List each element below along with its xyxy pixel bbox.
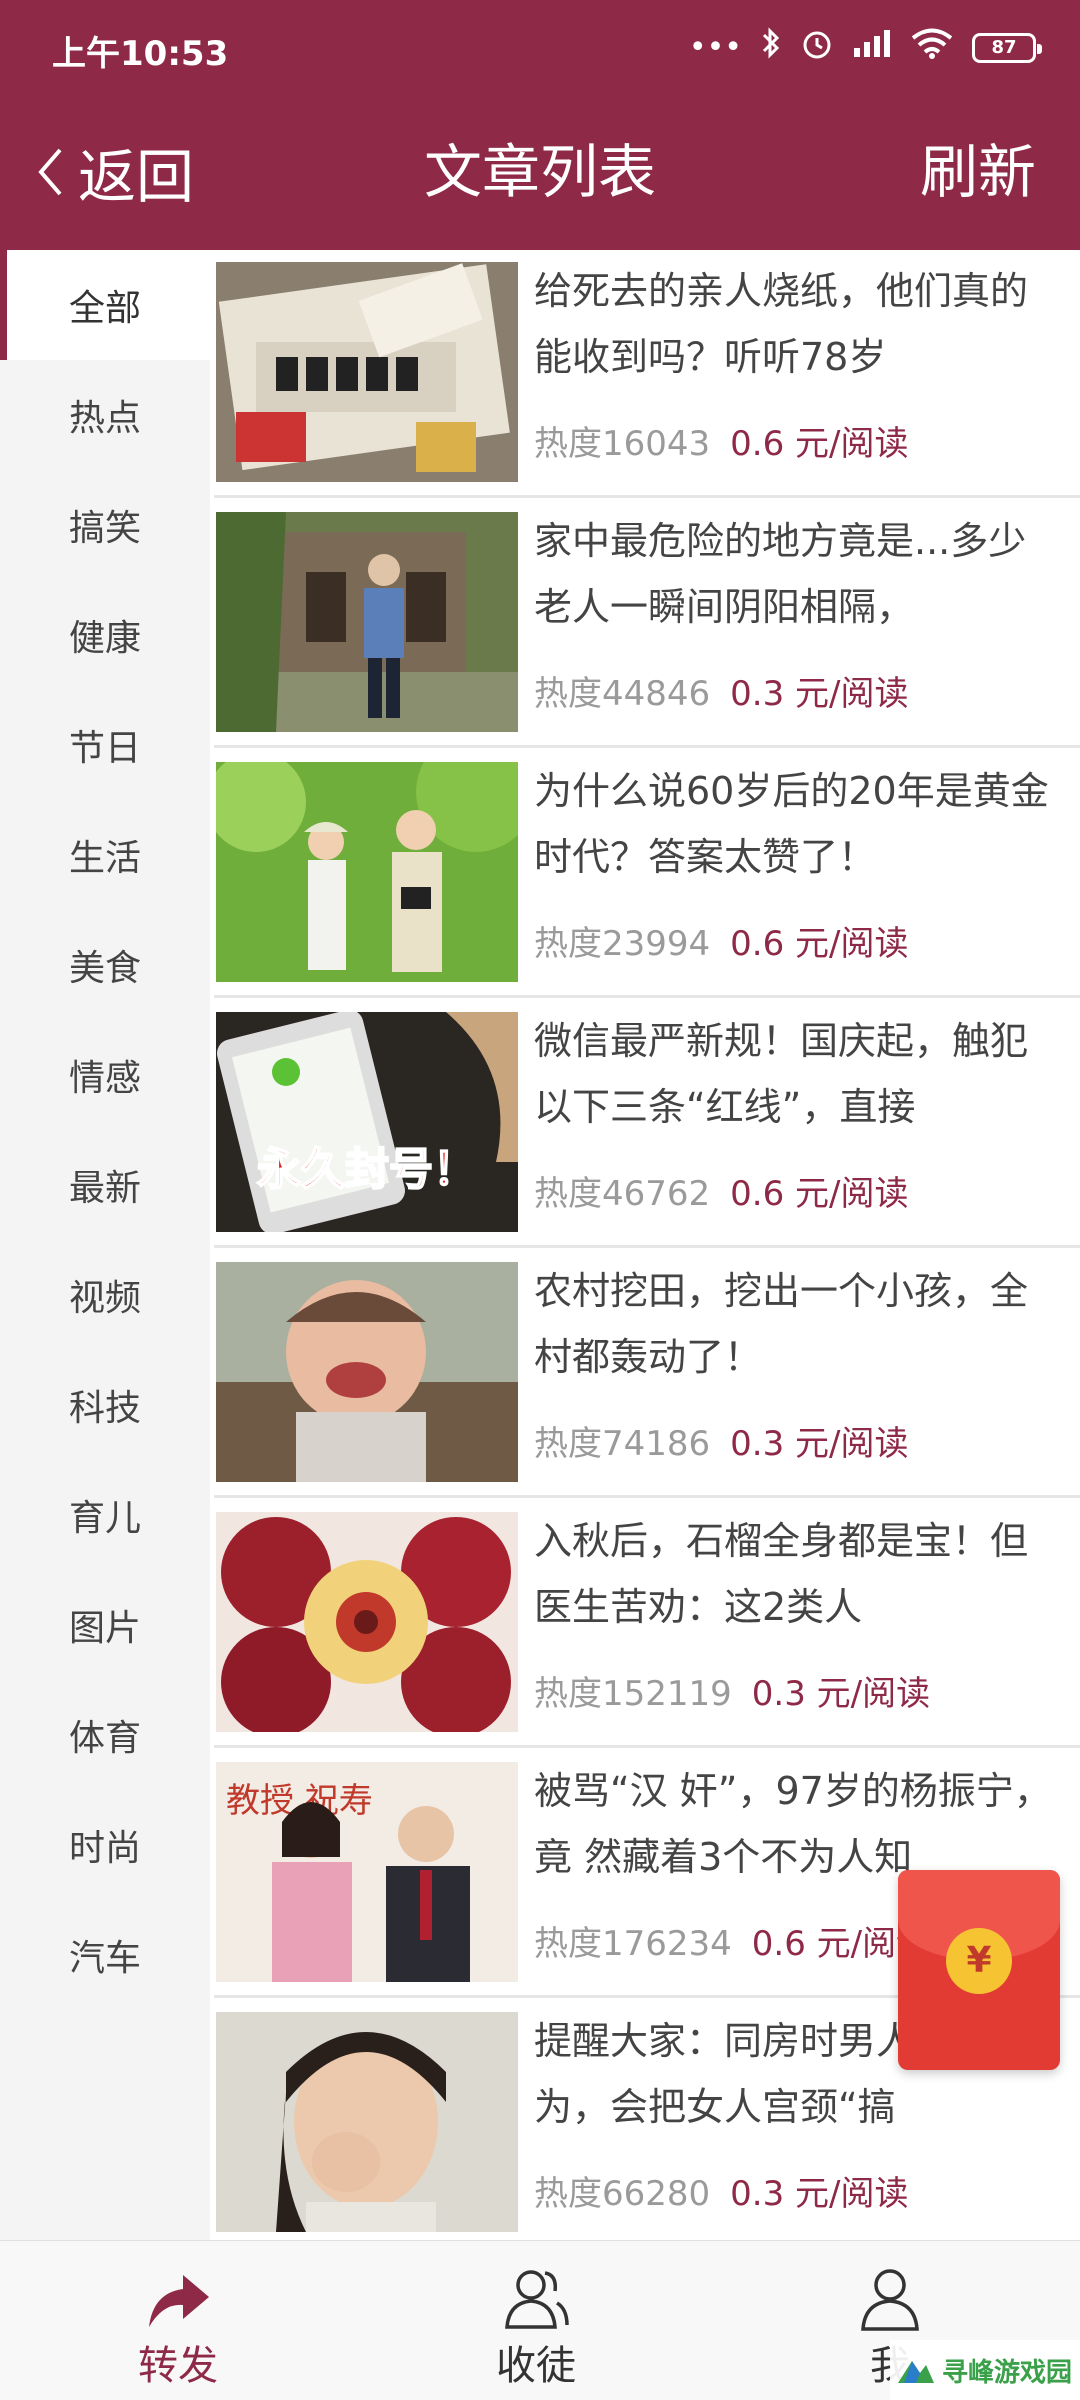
- article-heat: 热度46762: [534, 1174, 711, 1214]
- article-title: 入秋后，石榴全身都是宝！但医生苦劝：这2类人: [534, 1519, 1029, 1629]
- bluetooth-icon: [760, 26, 782, 71]
- category-parenting[interactable]: 育儿: [0, 1460, 210, 1570]
- category-life[interactable]: 生活: [0, 800, 210, 910]
- status-bar: 上午10:53 ••• 87: [0, 0, 1080, 96]
- status-time: 上午10:53: [52, 34, 229, 74]
- category-all[interactable]: 全部: [0, 250, 210, 360]
- nav-share[interactable]: 转发: [48, 2241, 308, 2400]
- article-item[interactable]: 给死去的亲人烧纸，他们真的能收到吗？听听78岁 热度16043 0.6 元/阅读: [214, 250, 1080, 498]
- article-thumbnail: [216, 1512, 518, 1732]
- category-funny[interactable]: 搞笑: [0, 470, 210, 580]
- article-meta: 热度23994 0.6 元/阅读: [534, 922, 909, 966]
- article-meta: 热度74186 0.3 元/阅读: [534, 1422, 909, 1466]
- category-sidebar: 全部 热点 搞笑 健康 节日 生活 美食 情感 最新 视频 科技 育儿 图片 体…: [0, 250, 210, 2240]
- yuan-coin-icon: ¥: [946, 1928, 1012, 1994]
- article-price: 0.6 元/阅读: [730, 1174, 909, 1214]
- category-hot[interactable]: 热点: [0, 360, 210, 470]
- refresh-button[interactable]: 刷新: [920, 132, 1036, 212]
- article-heat: 热度176234: [534, 1924, 732, 1964]
- article-meta: 热度152119 0.3 元/阅读: [534, 1672, 930, 1716]
- category-cars[interactable]: 汽车: [0, 1900, 210, 2010]
- article-thumbnail: [216, 2012, 518, 2232]
- article-title: 农村挖田，挖出一个小孩，全村都轰动了！: [534, 1269, 1029, 1379]
- article-title: 家中最危险的地方竟是...多少老人一瞬间阴阳相隔，: [534, 519, 1027, 629]
- wifi-icon: [910, 27, 954, 70]
- category-pictures[interactable]: 图片: [0, 1570, 210, 1680]
- nav-share-label: 转发: [138, 2343, 218, 2389]
- article-price: 0.6 元/阅读: [730, 424, 909, 464]
- signal-icon: [852, 28, 892, 69]
- more-dots-icon: •••: [688, 30, 742, 65]
- watermark-text: 寻峰游戏园: [942, 2357, 1073, 2388]
- article-heat: 热度152119: [534, 1674, 732, 1714]
- article-item[interactable]: 农村挖田，挖出一个小孩，全村都轰动了！ 热度74186 0.3 元/阅读: [214, 1250, 1080, 1498]
- article-thumbnail: [216, 262, 518, 482]
- category-health[interactable]: 健康: [0, 580, 210, 690]
- article-heat: 热度23994: [534, 924, 711, 964]
- article-item[interactable]: 为什么说60岁后的20年是黄金时代？答案太赞了！ 热度23994 0.6 元/阅读: [214, 750, 1080, 998]
- article-thumbnail: [216, 1262, 518, 1482]
- category-latest[interactable]: 最新: [0, 1130, 210, 1240]
- article-title: 微信最严新规！国庆起，触犯以下三条“红线”，直接: [534, 1019, 1029, 1129]
- article-meta: 热度16043 0.6 元/阅读: [534, 422, 909, 466]
- watermark-logo-icon: [898, 2361, 934, 2383]
- article-price: 0.3 元/阅读: [730, 2174, 909, 2214]
- article-title: 给死去的亲人烧纸，他们真的能收到吗？听听78岁: [534, 269, 1029, 379]
- article-meta: 热度46762 0.6 元/阅读: [534, 1172, 909, 1216]
- article-price: 0.3 元/阅读: [730, 674, 909, 714]
- article-heat: 热度16043: [534, 424, 711, 464]
- article-meta: 热度66280 0.3 元/阅读: [534, 2172, 909, 2216]
- status-icons: ••• 87: [688, 26, 1042, 71]
- share-arrow-icon: [149, 2275, 209, 2327]
- article-thumbnail: 永久封号！: [216, 1012, 518, 1232]
- category-holiday[interactable]: 节日: [0, 690, 210, 800]
- category-video[interactable]: 视频: [0, 1240, 210, 1350]
- article-meta: 热度176234 0.6 元/阅读: [534, 1922, 930, 1966]
- page-title: 文章列表: [423, 138, 656, 206]
- red-packet-button[interactable]: ¥: [898, 1870, 1060, 2070]
- site-watermark: 寻峰游戏园: [890, 2340, 1080, 2400]
- user-icon: [861, 2269, 919, 2331]
- alarm-icon: [800, 26, 834, 71]
- article-item[interactable]: 入秋后，石榴全身都是宝！但医生苦劝：这2类人 热度152119 0.3 元/阅读: [214, 1500, 1080, 1748]
- article-meta: 热度44846 0.3 元/阅读: [534, 672, 909, 716]
- thumbnail-caption: 永久封号！: [257, 1144, 477, 1195]
- category-emotion[interactable]: 情感: [0, 1020, 210, 1130]
- article-price: 0.6 元/阅读: [730, 924, 909, 964]
- app-header: 上午10:53 ••• 87 返回 文章列表 刷新: [0, 0, 1080, 250]
- category-tech[interactable]: 科技: [0, 1350, 210, 1460]
- nav-disciples-label: 收徒: [496, 2343, 576, 2389]
- article-heat: 热度74186: [534, 1424, 711, 1464]
- article-price: 0.3 元/阅读: [730, 1424, 909, 1464]
- article-title: 为什么说60岁后的20年是黄金时代？答案太赞了！: [534, 769, 1049, 879]
- article-price: 0.3 元/阅读: [751, 1674, 931, 1714]
- article-thumbnail: 教授 祝寿: [216, 1762, 518, 1982]
- category-food[interactable]: 美食: [0, 910, 210, 1020]
- article-item[interactable]: 永久封号！ 微信最严新规！国庆起，触犯以下三条“红线”，直接 热度46762 0.…: [214, 1000, 1080, 1248]
- title-bar: 返回 文章列表 刷新: [0, 120, 1080, 230]
- category-sports[interactable]: 体育: [0, 1680, 210, 1790]
- article-thumbnail: [216, 762, 518, 982]
- article-heat: 热度44846: [534, 674, 711, 714]
- category-fashion[interactable]: 时尚: [0, 1790, 210, 1900]
- article-thumbnail: [216, 512, 518, 732]
- battery-indicator: 87: [972, 33, 1042, 63]
- users-icon: [505, 2270, 569, 2329]
- article-item[interactable]: 家中最危险的地方竟是...多少老人一瞬间阴阳相隔， 热度44846 0.3 元/阅…: [214, 500, 1080, 748]
- nav-disciples[interactable]: 收徒: [406, 2241, 666, 2400]
- article-heat: 热度66280: [534, 2174, 711, 2214]
